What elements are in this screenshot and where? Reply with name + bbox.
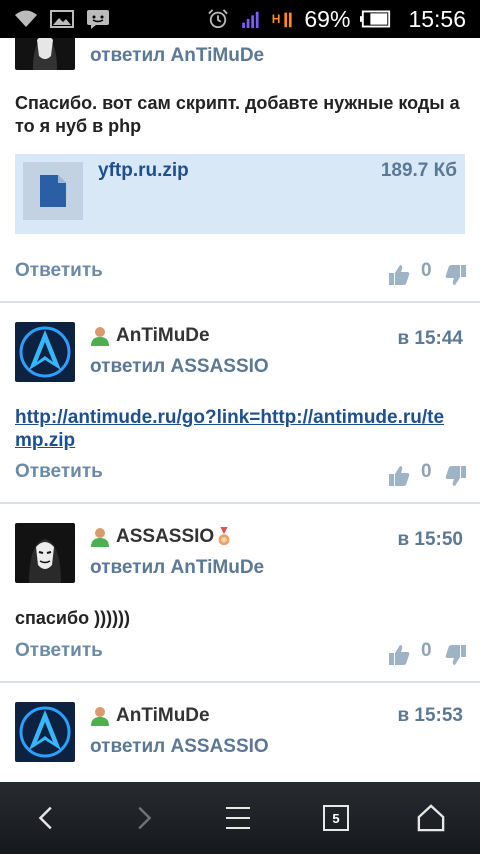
thumbs-down-icon[interactable] bbox=[445, 264, 467, 286]
avatar[interactable] bbox=[15, 702, 75, 762]
wifi-icon bbox=[15, 10, 37, 27]
data-arrows-icon bbox=[284, 12, 293, 28]
comment-link[interactable]: http://antimude.ru/go?link=http://antimu… bbox=[15, 406, 450, 452]
reply-button[interactable]: Ответить bbox=[15, 260, 103, 282]
reply-button[interactable]: Ответить bbox=[15, 640, 103, 662]
divider bbox=[0, 681, 480, 683]
home-button[interactable] bbox=[411, 800, 451, 836]
like-count: 0 bbox=[421, 260, 432, 281]
author-line: AnTiMuDe bbox=[90, 325, 210, 347]
comment-time: в 15:50 bbox=[397, 529, 463, 550]
replied-to[interactable]: ответил ASSASSIO bbox=[90, 356, 269, 378]
battery-icon bbox=[360, 10, 391, 28]
comment-actions: Ответить 0 bbox=[0, 640, 480, 670]
user-icon bbox=[91, 528, 109, 547]
medal-icon bbox=[218, 527, 230, 546]
replied-to[interactable]: ответил AnTiMuDe bbox=[90, 45, 264, 67]
like-count: 0 bbox=[421, 461, 432, 482]
thumbs-down-icon[interactable] bbox=[445, 644, 467, 666]
comment-actions: Ответить 0 bbox=[0, 461, 480, 491]
thumbs-down-icon[interactable] bbox=[445, 465, 467, 487]
thumbs-up-icon[interactable] bbox=[388, 465, 410, 487]
divider bbox=[0, 301, 480, 303]
comment-text: Спасибо. вот сам скрипт. добавте нужные … bbox=[15, 93, 460, 136]
like-count: 0 bbox=[421, 640, 432, 661]
thumbs-up-icon[interactable] bbox=[388, 264, 410, 286]
comment-time: в 15:44 bbox=[397, 328, 463, 349]
tabs-count: 5 bbox=[332, 810, 340, 826]
tabs-icon: 5 bbox=[323, 805, 349, 831]
tabs-button[interactable]: 5 bbox=[316, 800, 356, 836]
attachment-size: 189.7 Кб bbox=[380, 160, 457, 181]
signal-icon bbox=[241, 11, 259, 29]
author-name[interactable]: AnTiMuDe bbox=[116, 705, 210, 727]
comment-time: в 15:53 bbox=[397, 705, 463, 726]
author-name[interactable]: ASSASSIO bbox=[116, 526, 214, 548]
attachment-name[interactable]: yftp.ru.zip bbox=[98, 160, 189, 182]
file-icon bbox=[40, 175, 66, 207]
alarm-icon bbox=[207, 9, 228, 29]
reply-button[interactable]: Ответить bbox=[15, 461, 103, 483]
user-icon bbox=[91, 707, 109, 726]
divider bbox=[0, 502, 480, 504]
browser-navbar: 5 bbox=[0, 782, 480, 854]
home-icon bbox=[417, 804, 445, 832]
image-icon bbox=[50, 10, 74, 28]
comment-text: спасибо )))))) bbox=[15, 608, 131, 628]
author-line: ASSASSIO bbox=[90, 526, 234, 548]
chat-icon bbox=[87, 10, 109, 29]
back-button[interactable] bbox=[26, 800, 66, 836]
author-line: AnTiMuDe bbox=[90, 705, 210, 727]
menu-button[interactable] bbox=[218, 800, 258, 836]
file-thumbnail bbox=[23, 162, 83, 220]
avatar[interactable] bbox=[15, 523, 75, 583]
avatar[interactable] bbox=[15, 322, 75, 382]
clock: 15:56 bbox=[408, 5, 466, 32]
replied-to[interactable]: ответил ASSASSIO bbox=[90, 736, 269, 758]
menu-icon bbox=[226, 807, 250, 829]
forward-button[interactable] bbox=[124, 800, 164, 836]
replied-to[interactable]: ответил AnTiMuDe bbox=[90, 557, 264, 579]
attachment[interactable]: yftp.ru.zip 189.7 Кб bbox=[15, 154, 465, 234]
comments-list: ответил AnTiMuDe Спасибо. вот сам скрипт… bbox=[0, 38, 480, 782]
back-arrow-icon bbox=[38, 806, 52, 830]
avatar[interactable] bbox=[15, 38, 75, 70]
battery-percent: 69% bbox=[304, 5, 351, 32]
status-bar: H 69% 15:56 bbox=[0, 0, 480, 38]
forward-arrow-icon bbox=[138, 806, 152, 830]
network-type-label: H bbox=[271, 12, 281, 26]
author-name[interactable]: AnTiMuDe bbox=[116, 325, 210, 347]
comment-actions: Ответить 0 bbox=[0, 260, 480, 290]
thumbs-up-icon[interactable] bbox=[388, 644, 410, 666]
user-icon bbox=[91, 327, 109, 346]
